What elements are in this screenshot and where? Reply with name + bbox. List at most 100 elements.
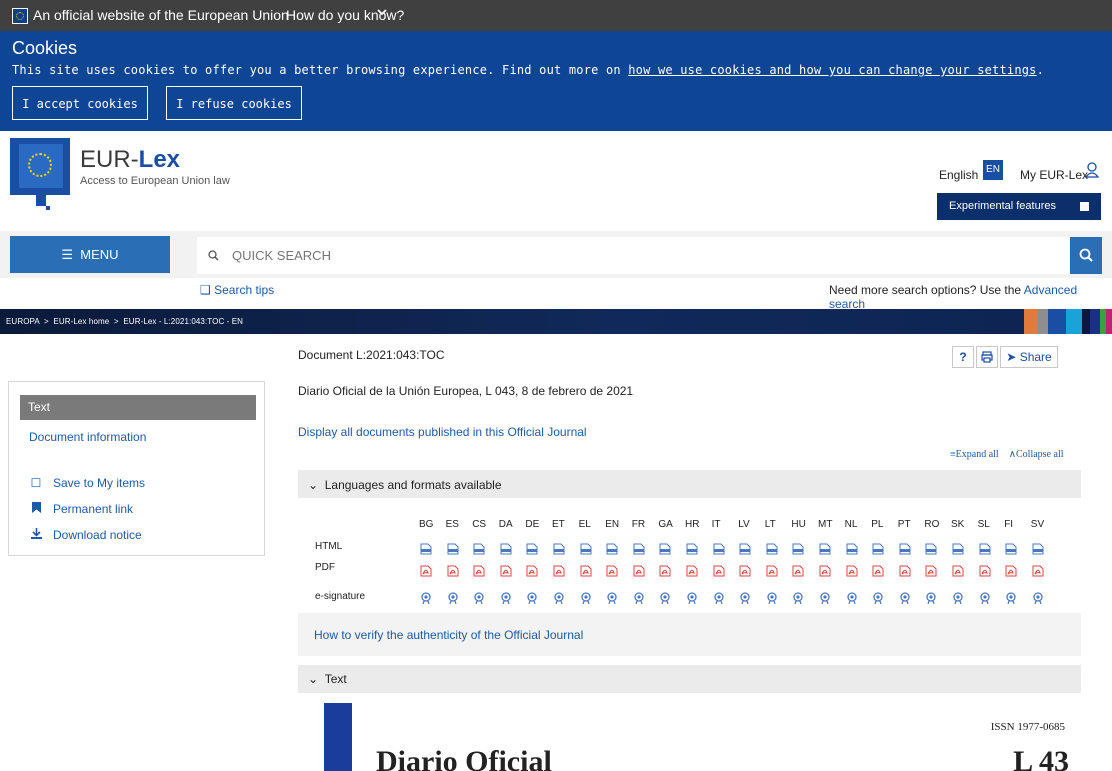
search-submit-button[interactable] (1070, 237, 1102, 274)
permanent-link[interactable]: Permanent link (29, 502, 133, 516)
html-icon[interactable] (659, 542, 671, 555)
html-icon[interactable] (553, 542, 565, 555)
esignature-icon[interactable] (792, 591, 804, 605)
esignature-icon[interactable] (420, 591, 432, 605)
share-button[interactable]: ➤ Share (1000, 346, 1058, 368)
pdf-icon[interactable] (792, 564, 804, 577)
esignature-icon[interactable] (1005, 591, 1017, 605)
pdf-icon[interactable] (686, 564, 698, 577)
search-tips-link[interactable]: ❑ Search tips (200, 283, 274, 297)
pdf-icon[interactable] (819, 564, 831, 577)
pdf-icon[interactable] (553, 564, 565, 577)
html-icon[interactable] (846, 542, 858, 555)
esignature-icon[interactable] (580, 591, 592, 605)
document-information-link[interactable]: Document information (29, 430, 146, 444)
pdf-icon[interactable] (659, 564, 671, 577)
html-icon[interactable] (526, 542, 538, 555)
html-icon[interactable] (500, 542, 512, 555)
pdf-icon[interactable] (473, 564, 485, 577)
esignature-icon[interactable] (686, 591, 698, 605)
pdf-icon[interactable] (606, 564, 618, 577)
user-icon[interactable] (1084, 162, 1100, 178)
esignature-icon[interactable] (872, 591, 884, 605)
accept-cookies-button[interactable]: I accept cookies (12, 86, 148, 120)
esignature-icon[interactable] (952, 591, 964, 605)
html-icon[interactable] (580, 542, 592, 555)
menu-button[interactable]: ☰ MENU (10, 236, 170, 273)
pdf-icon[interactable] (633, 564, 645, 577)
esignature-icon[interactable] (606, 591, 618, 605)
html-icon[interactable] (420, 542, 432, 555)
refuse-cookies-button[interactable]: I refuse cookies (166, 86, 302, 120)
pdf-icon[interactable] (766, 564, 778, 577)
html-icon[interactable] (739, 542, 751, 555)
display-all-documents-link[interactable]: Display all documents published in this … (298, 425, 587, 439)
pdf-icon[interactable] (580, 564, 592, 577)
checkbox-icon[interactable] (1080, 202, 1089, 211)
pdf-icon[interactable] (420, 564, 432, 577)
pdf-icon[interactable] (846, 564, 858, 577)
html-icon[interactable] (1032, 542, 1044, 555)
collapse-all-link[interactable]: ∧Collapse all (1009, 449, 1064, 460)
html-icon[interactable] (952, 542, 964, 555)
pdf-icon[interactable] (447, 564, 459, 577)
pdf-icon[interactable] (739, 564, 751, 577)
cookie-policy-link[interactable]: how we use cookies and how you can chang… (628, 63, 1036, 77)
html-icon[interactable] (686, 542, 698, 555)
verify-authenticity-link[interactable]: How to verify the authenticity of the Of… (314, 628, 583, 642)
html-icon[interactable] (925, 542, 937, 555)
html-icon[interactable] (473, 542, 485, 555)
chevron-down-icon[interactable] (377, 6, 387, 20)
pdf-icon[interactable] (899, 564, 911, 577)
text-section-toggle[interactable]: ⌄ Text (298, 665, 1081, 693)
html-icon[interactable] (713, 542, 725, 555)
my-eurlex-link[interactable]: My EUR-Lex (1020, 168, 1088, 182)
breadcrumb-europa[interactable]: EUROPA (6, 317, 39, 326)
pdf-icon[interactable] (526, 564, 538, 577)
html-icon[interactable] (979, 542, 991, 555)
esignature-icon[interactable] (899, 591, 911, 605)
expand-all-link[interactable]: ≡Expand all (950, 449, 999, 460)
html-icon[interactable] (766, 542, 778, 555)
site-title[interactable]: EUR-Lex (80, 146, 180, 174)
esignature-icon[interactable] (819, 591, 831, 605)
quick-search-input[interactable] (197, 237, 1070, 274)
html-icon[interactable] (792, 542, 804, 555)
side-panel-text-tab[interactable]: Text (20, 395, 256, 420)
language-badge[interactable]: EN (983, 160, 1003, 180)
esignature-icon[interactable] (473, 591, 485, 605)
help-button[interactable]: ? (952, 346, 974, 368)
pdf-icon[interactable] (713, 564, 725, 577)
breadcrumb-eurlex-home[interactable]: EUR-Lex home (53, 317, 109, 326)
esignature-icon[interactable] (1032, 591, 1044, 605)
esignature-icon[interactable] (500, 591, 512, 605)
esignature-icon[interactable] (713, 591, 725, 605)
html-icon[interactable] (447, 542, 459, 555)
pdf-icon[interactable] (979, 564, 991, 577)
html-icon[interactable] (606, 542, 618, 555)
experimental-features-toggle[interactable]: Experimental features (937, 193, 1101, 220)
pdf-icon[interactable] (952, 564, 964, 577)
esignature-icon[interactable] (659, 591, 671, 605)
esignature-icon[interactable] (633, 591, 645, 605)
esignature-icon[interactable] (979, 591, 991, 605)
esignature-icon[interactable] (553, 591, 565, 605)
pdf-icon[interactable] (1032, 564, 1044, 577)
save-to-my-items-link[interactable]: ☐ Save to My items (29, 476, 145, 490)
pdf-icon[interactable] (872, 564, 884, 577)
pdf-icon[interactable] (1005, 564, 1017, 577)
esignature-icon[interactable] (447, 591, 459, 605)
languages-section-toggle[interactable]: ⌄ Languages and formats available (298, 470, 1081, 498)
esignature-icon[interactable] (766, 591, 778, 605)
pdf-icon[interactable] (500, 564, 512, 577)
esignature-icon[interactable] (925, 591, 937, 605)
html-icon[interactable] (899, 542, 911, 555)
esignature-icon[interactable] (526, 591, 538, 605)
html-icon[interactable] (1005, 542, 1017, 555)
html-icon[interactable] (872, 542, 884, 555)
html-icon[interactable] (819, 542, 831, 555)
eurlex-logo[interactable] (10, 138, 70, 195)
print-button[interactable] (976, 346, 998, 368)
pdf-icon[interactable] (925, 564, 937, 577)
html-icon[interactable] (633, 542, 645, 555)
